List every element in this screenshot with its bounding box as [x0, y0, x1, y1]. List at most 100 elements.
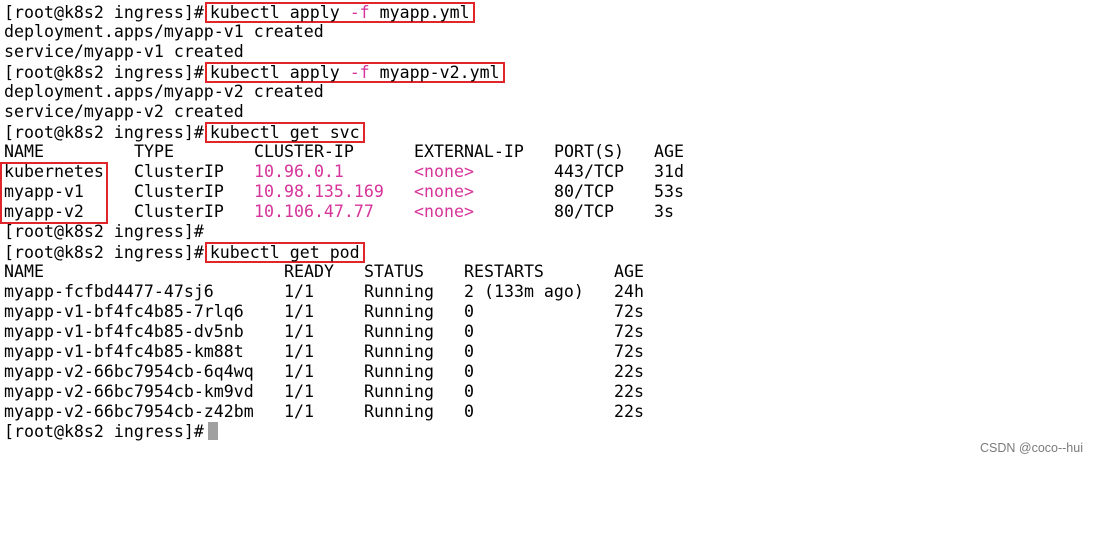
svc-cluster-ip: 10.106.47.77 — [254, 202, 374, 221]
pod-name: myapp-v2-66bc7954cb-km9vd — [4, 382, 254, 401]
pod-row: myapp-v1-bf4fc4b85-km88t 1/1 Running 0 7… — [4, 342, 1094, 362]
command-highlight: kubectl get svc — [204, 122, 365, 143]
text-cursor[interactable] — [207, 422, 218, 440]
pod-age: 22s — [614, 362, 644, 381]
prompt: [root@k8s2 ingress]# — [4, 243, 204, 262]
prompt: [root@k8s2 ingress]# — [4, 422, 204, 441]
svc-external-ip: <none> — [414, 162, 474, 181]
pod-ready: 1/1 — [284, 302, 314, 321]
pod-status: Running — [364, 342, 434, 361]
prompt-line: [root@k8s2 ingress]# kubectl apply -f mya… — [4, 2, 1094, 23]
pod-restarts: 0 — [464, 402, 474, 421]
pod-header-age: AGE — [614, 262, 644, 281]
pod-status: Running — [364, 302, 434, 321]
pod-row: myapp-fcfbd4477-47sj6 1/1 Running 2 (133… — [4, 282, 1094, 302]
pod-status: Running — [364, 382, 434, 401]
pod-header-status: STATUS — [364, 262, 424, 281]
pod-ready: 1/1 — [284, 362, 314, 381]
output-line: deployment.apps/myapp-v1 created — [4, 22, 324, 41]
command-highlight: kubectl get pod — [204, 242, 365, 263]
pod-ready: 1/1 — [284, 382, 314, 401]
prompt: [root@k8s2 ingress]# — [4, 3, 204, 22]
command-file: myapp-v2.yml — [369, 63, 500, 82]
pod-name: myapp-v1-bf4fc4b85-km88t — [4, 342, 244, 361]
pod-header-name: NAME — [4, 262, 44, 281]
svc-header-ports: PORT(S) — [554, 142, 624, 161]
svc-header-name: NAME — [4, 142, 44, 161]
pod-ready: 1/1 — [284, 402, 314, 421]
output-line: service/myapp-v2 created — [4, 102, 244, 121]
svc-header-type: TYPE — [134, 142, 174, 161]
prompt-line[interactable]: [root@k8s2 ingress]# — [4, 422, 1094, 442]
terminal[interactable]: [root@k8s2 ingress]# kubectl apply -f mya… — [0, 2, 1094, 442]
pod-row: myapp-v1-bf4fc4b85-7rlq6 1/1 Running 0 7… — [4, 302, 1094, 322]
svc-ports: 443/TCP — [554, 162, 624, 181]
svc-row: myapp-v2 ClusterIP 10.106.47.77 <none> 8… — [4, 202, 1094, 222]
command-flag: -f — [349, 3, 370, 22]
pod-age: 22s — [614, 382, 644, 401]
svc-type: ClusterIP — [134, 162, 224, 181]
svc-cluster-ip: 10.96.0.1 — [254, 162, 344, 181]
svc-header-row: NAME TYPE CLUSTER-IP EXTERNAL-IP PORT(S)… — [4, 142, 1094, 162]
pod-row: myapp-v2-66bc7954cb-6q4wq 1/1 Running 0 … — [4, 362, 1094, 382]
output-line: deployment.apps/myapp-v2 created — [4, 82, 324, 101]
svc-header-cluster-ip: CLUSTER-IP — [254, 142, 354, 161]
svc-type: ClusterIP — [134, 182, 224, 201]
pod-age: 72s — [614, 322, 644, 341]
svc-external-ip: <none> — [414, 202, 474, 221]
pod-name: myapp-v2-66bc7954cb-z42bm — [4, 402, 254, 421]
svc-age: 3s — [654, 202, 674, 221]
svc-age: 31d — [654, 162, 684, 181]
svc-ports: 80/TCP — [554, 202, 614, 221]
pod-status: Running — [364, 282, 434, 301]
pod-name: myapp-v1-bf4fc4b85-dv5nb — [4, 322, 244, 341]
pod-restarts: 0 — [464, 382, 474, 401]
command-text: kubectl get pod — [209, 243, 360, 262]
pod-status: Running — [364, 322, 434, 341]
command-file: myapp.yml — [369, 3, 470, 22]
pod-ready: 1/1 — [284, 342, 314, 361]
pod-restarts: 2 (133m ago) — [464, 282, 584, 301]
command-highlight: kubectl apply -f myapp.yml — [204, 2, 475, 23]
command-text: kubectl apply — [209, 63, 350, 82]
prompt: [root@k8s2 ingress]# — [4, 63, 204, 82]
pod-restarts: 0 — [464, 342, 474, 361]
svc-type: ClusterIP — [134, 202, 224, 221]
pod-name: myapp-v2-66bc7954cb-6q4wq — [4, 362, 254, 381]
command-text: kubectl apply — [209, 3, 350, 22]
pod-name: myapp-fcfbd4477-47sj6 — [4, 282, 214, 301]
svc-cluster-ip: 10.98.135.169 — [254, 182, 384, 201]
output-line: service/myapp-v1 created — [4, 42, 244, 61]
svc-external-ip: <none> — [414, 182, 474, 201]
pod-header-row: NAME READY STATUS RESTARTS AGE — [4, 262, 1094, 282]
pod-row: myapp-v2-66bc7954cb-km9vd 1/1 Running 0 … — [4, 382, 1094, 402]
prompt-line: [root@k8s2 ingress]# kubectl get svc — [4, 122, 1094, 143]
pod-header-restarts: RESTARTS — [464, 262, 544, 281]
svc-age: 53s — [654, 182, 684, 201]
pod-status: Running — [364, 362, 434, 381]
pod-row: myapp-v2-66bc7954cb-z42bm 1/1 Running 0 … — [4, 402, 1094, 422]
watermark: CSDN @coco--hui — [980, 441, 1083, 455]
command-text: kubectl get svc — [209, 123, 360, 142]
pod-ready: 1/1 — [284, 322, 314, 341]
command-highlight: kubectl apply -f myapp-v2.yml — [204, 62, 505, 83]
svc-row: kubernetes ClusterIP 10.96.0.1 <none> 44… — [4, 162, 1094, 182]
pod-restarts: 0 — [464, 302, 474, 321]
pod-row: myapp-v1-bf4fc4b85-dv5nb 1/1 Running 0 7… — [4, 322, 1094, 342]
prompt-line: [root@k8s2 ingress]# kubectl apply -f mya… — [4, 62, 1094, 83]
pod-name: myapp-v1-bf4fc4b85-7rlq6 — [4, 302, 244, 321]
pod-age: 24h — [614, 282, 644, 301]
svc-header-age: AGE — [654, 142, 684, 161]
pod-header-ready: READY — [284, 262, 334, 281]
prompt-line: [root@k8s2 ingress]# kubectl get pod — [4, 242, 1094, 263]
pod-restarts: 0 — [464, 322, 474, 341]
prompt: [root@k8s2 ingress]# — [4, 123, 204, 142]
svc-row: myapp-v1 ClusterIP 10.98.135.169 <none> … — [4, 182, 1094, 202]
pod-ready: 1/1 — [284, 282, 314, 301]
svc-header-external-ip: EXTERNAL-IP — [414, 142, 524, 161]
prompt: [root@k8s2 ingress]# — [4, 222, 204, 241]
svc-ports: 80/TCP — [554, 182, 614, 201]
pod-age: 72s — [614, 302, 644, 321]
pod-status: Running — [364, 402, 434, 421]
command-flag: -f — [349, 63, 370, 82]
